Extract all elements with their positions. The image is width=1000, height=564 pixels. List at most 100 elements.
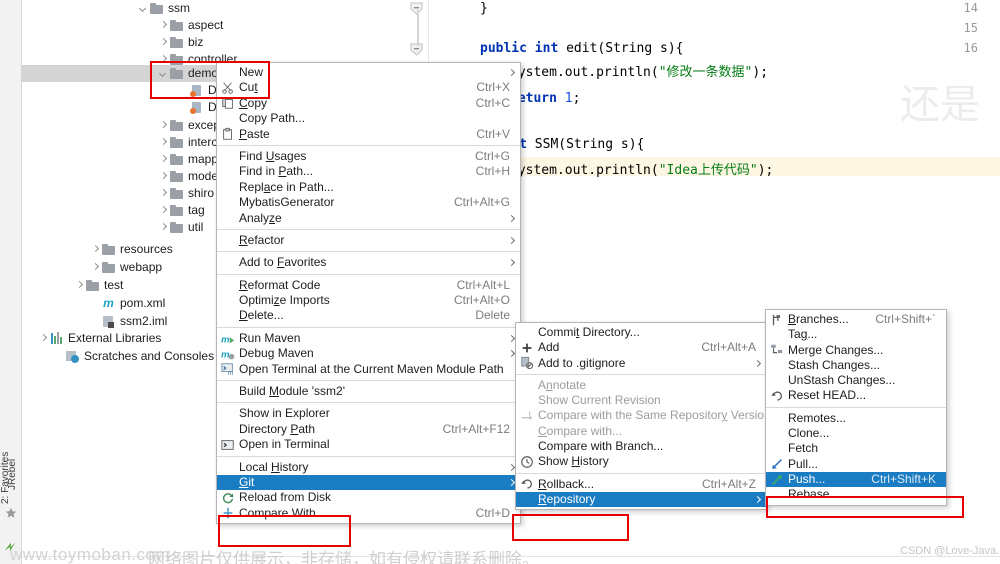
menu-item-directory-path[interactable]: Directory Path Ctrl+Alt+F12 bbox=[217, 422, 520, 437]
chevron-closed-icon[interactable] bbox=[158, 154, 169, 165]
tree-row-label: pom.xml bbox=[120, 296, 166, 310]
menu-item-remotes[interactable]: Remotes... bbox=[766, 411, 946, 426]
menu-item-open-terminal-at-the-current-maven-module-path[interactable]: m Open Terminal at the Current Maven Modu… bbox=[217, 362, 520, 377]
menu-item-rebase[interactable]: Rebase... bbox=[766, 487, 946, 502]
tree-row[interactable]: aspect bbox=[22, 17, 370, 34]
menu-item-find-in-path[interactable]: Find in Path... Ctrl+H bbox=[217, 164, 520, 179]
menu-item-icon-slot bbox=[217, 254, 239, 273]
menu-item-copy[interactable]: Copy Ctrl+C bbox=[217, 96, 520, 111]
menu-item-build-module-ssm2[interactable]: Build Module 'ssm2' bbox=[217, 384, 520, 399]
menu-item-clone[interactable]: Clone... bbox=[766, 426, 946, 441]
tree-row[interactable]: ssm bbox=[22, 0, 370, 17]
menu-item-add[interactable]: Add Ctrl+Alt+A bbox=[516, 340, 766, 355]
menu-item-shortcut: Ctrl+Alt+Z bbox=[701, 476, 756, 491]
menu-item-label: Fetch bbox=[788, 441, 819, 456]
terminal-icon bbox=[217, 435, 239, 454]
menu-item-find-usages[interactable]: Find Usages Ctrl+G bbox=[217, 149, 520, 164]
menu-item-analyze[interactable]: Analyze bbox=[217, 211, 520, 226]
menu-item-copy-path[interactable]: Copy Path... bbox=[217, 111, 520, 126]
menu-item-stash-changes[interactable]: Stash Changes... bbox=[766, 358, 946, 373]
menu-item-label: Annotate bbox=[538, 377, 587, 392]
menu-item-shortcut: Ctrl+C bbox=[475, 95, 510, 110]
tree-row[interactable]: biz bbox=[22, 34, 370, 51]
terminal-maven-icon: m bbox=[217, 360, 239, 379]
menu-item-label: Show History bbox=[538, 454, 609, 469]
menu-item-add-to-gitignore[interactable]: Add to .gitignore bbox=[516, 356, 766, 371]
menu-item-shortcut: Ctrl+Shift+` bbox=[875, 312, 936, 326]
toolwindow-jrebel[interactable]: JRebel bbox=[0, 459, 22, 531]
folder-icon bbox=[169, 135, 184, 150]
menu-item-local-history[interactable]: Local History bbox=[217, 460, 520, 475]
chevron-closed-icon[interactable] bbox=[158, 120, 169, 131]
clock-icon bbox=[516, 453, 538, 472]
menu-item-delete[interactable]: Delete... Delete bbox=[217, 308, 520, 323]
menu-item-compare-with-the-same-repository-version[interactable]: Compare with the Same Repository Version bbox=[516, 408, 771, 423]
menu-item-run-maven[interactable]: m Run Maven bbox=[217, 331, 520, 346]
menu-item-compare-with[interactable]: Compare With... Ctrl+D bbox=[217, 506, 520, 521]
menu-item-paste[interactable]: Paste Ctrl+V bbox=[217, 127, 520, 142]
chevron-closed-icon[interactable] bbox=[90, 244, 101, 255]
menu-item-repository[interactable]: Repository bbox=[516, 491, 766, 508]
menu-item-fetch[interactable]: Fetch bbox=[766, 441, 946, 456]
line-number: 14 bbox=[963, 1, 978, 15]
menu-item-debug-maven[interactable]: m Debug Maven bbox=[217, 346, 520, 361]
menu-item-merge-changes[interactable]: Merge Changes... bbox=[766, 343, 946, 358]
menu-item-shortcut: Delete bbox=[475, 308, 510, 323]
menu-separator bbox=[217, 326, 520, 328]
chevron-closed-icon[interactable] bbox=[158, 171, 169, 182]
menu-item-git[interactable]: Git bbox=[217, 474, 520, 491]
code-line: public int edit(String s){ bbox=[480, 41, 684, 56]
menu-item-branches[interactable]: Branches... Ctrl+Shift+` bbox=[766, 312, 946, 327]
menu-item-show-current-revision[interactable]: Show Current Revision bbox=[516, 393, 766, 408]
menu-item-optimize-imports[interactable]: Optimize Imports Ctrl+Alt+O bbox=[217, 293, 520, 308]
chevron-closed-icon[interactable] bbox=[158, 54, 169, 65]
menu-item-reload-from-disk[interactable]: Reload from Disk bbox=[217, 490, 520, 505]
maven-icon: m bbox=[103, 296, 114, 310]
code-token: edit(String s){ bbox=[558, 41, 684, 56]
menu-item-reset-head[interactable]: Reset HEAD... bbox=[766, 388, 946, 403]
chevron-closed-icon[interactable] bbox=[38, 333, 49, 344]
menu-item-show-in-explorer[interactable]: Show in Explorer bbox=[217, 406, 520, 421]
repository-submenu[interactable]: Branches... Ctrl+Shift+` Tag... Merge Chang… bbox=[765, 309, 947, 506]
chevron-closed-icon[interactable] bbox=[158, 137, 169, 148]
chevron-open-icon[interactable] bbox=[138, 3, 149, 14]
chevron-closed-icon[interactable] bbox=[158, 222, 169, 233]
menu-item-reformat-code[interactable]: Reformat Code Ctrl+Alt+L bbox=[217, 278, 520, 293]
chevron-closed-icon[interactable] bbox=[158, 205, 169, 216]
menu-item-replace-in-path[interactable]: Replace in Path... bbox=[217, 180, 520, 195]
tree-row-label: Scratches and Consoles bbox=[84, 349, 215, 363]
chevron-closed-icon[interactable] bbox=[74, 280, 85, 291]
menu-item-open-in-terminal[interactable]: Open in Terminal bbox=[217, 437, 520, 452]
git-submenu[interactable]: Commit Directory... Add Ctrl+Alt+A Add to .… bbox=[515, 322, 771, 511]
menu-item-compare-with-branch[interactable]: Compare with Branch... bbox=[516, 439, 766, 454]
menu-item-tag[interactable]: Tag... bbox=[766, 327, 946, 342]
menu-item-refactor[interactable]: Refactor bbox=[217, 233, 520, 248]
code-token: public bbox=[480, 41, 527, 56]
menu-item-annotate[interactable]: Annotate bbox=[516, 378, 766, 393]
menu-item-rollback[interactable]: Rollback... Ctrl+Alt+Z bbox=[516, 477, 766, 492]
chevron-open-icon[interactable] bbox=[158, 68, 169, 79]
menu-item-push[interactable]: Push... Ctrl+Shift+K bbox=[766, 471, 946, 488]
menu-item-new[interactable]: New bbox=[217, 65, 520, 80]
project-context-menu[interactable]: New Cut Ctrl+X Copy Ctrl+C Copy Path... Paste C… bbox=[216, 62, 521, 525]
menu-item-compare-with[interactable]: Compare with... bbox=[516, 424, 766, 439]
menu-item-shortcut: Ctrl+V bbox=[476, 126, 510, 141]
menu-item-add-to-favorites[interactable]: Add to Favorites bbox=[217, 255, 520, 270]
chevron-right-icon bbox=[509, 69, 515, 77]
menu-item-cut[interactable]: Cut Ctrl+X bbox=[217, 80, 520, 95]
folder-icon bbox=[169, 169, 184, 184]
chevron-closed-icon[interactable] bbox=[158, 20, 169, 31]
menu-item-commit-directory[interactable]: Commit Directory... bbox=[516, 325, 766, 340]
chevron-closed-icon[interactable] bbox=[90, 262, 101, 273]
chevron-closed-icon[interactable] bbox=[158, 37, 169, 48]
menu-item-show-history[interactable]: Show History bbox=[516, 454, 766, 469]
menu-item-mybatisgenerator[interactable]: MybatisGenerator Ctrl+Alt+G bbox=[217, 195, 520, 210]
menu-item-unstash-changes[interactable]: UnStash Changes... bbox=[766, 373, 946, 388]
menu-item-label: Branches... bbox=[788, 312, 849, 326]
menu-separator bbox=[217, 228, 520, 230]
menu-item-label: Push... bbox=[788, 471, 826, 486]
menu-item-pull[interactable]: Pull... bbox=[766, 457, 946, 472]
chevron-closed-icon[interactable] bbox=[158, 188, 169, 199]
code-token: System.out.println( bbox=[510, 163, 659, 178]
